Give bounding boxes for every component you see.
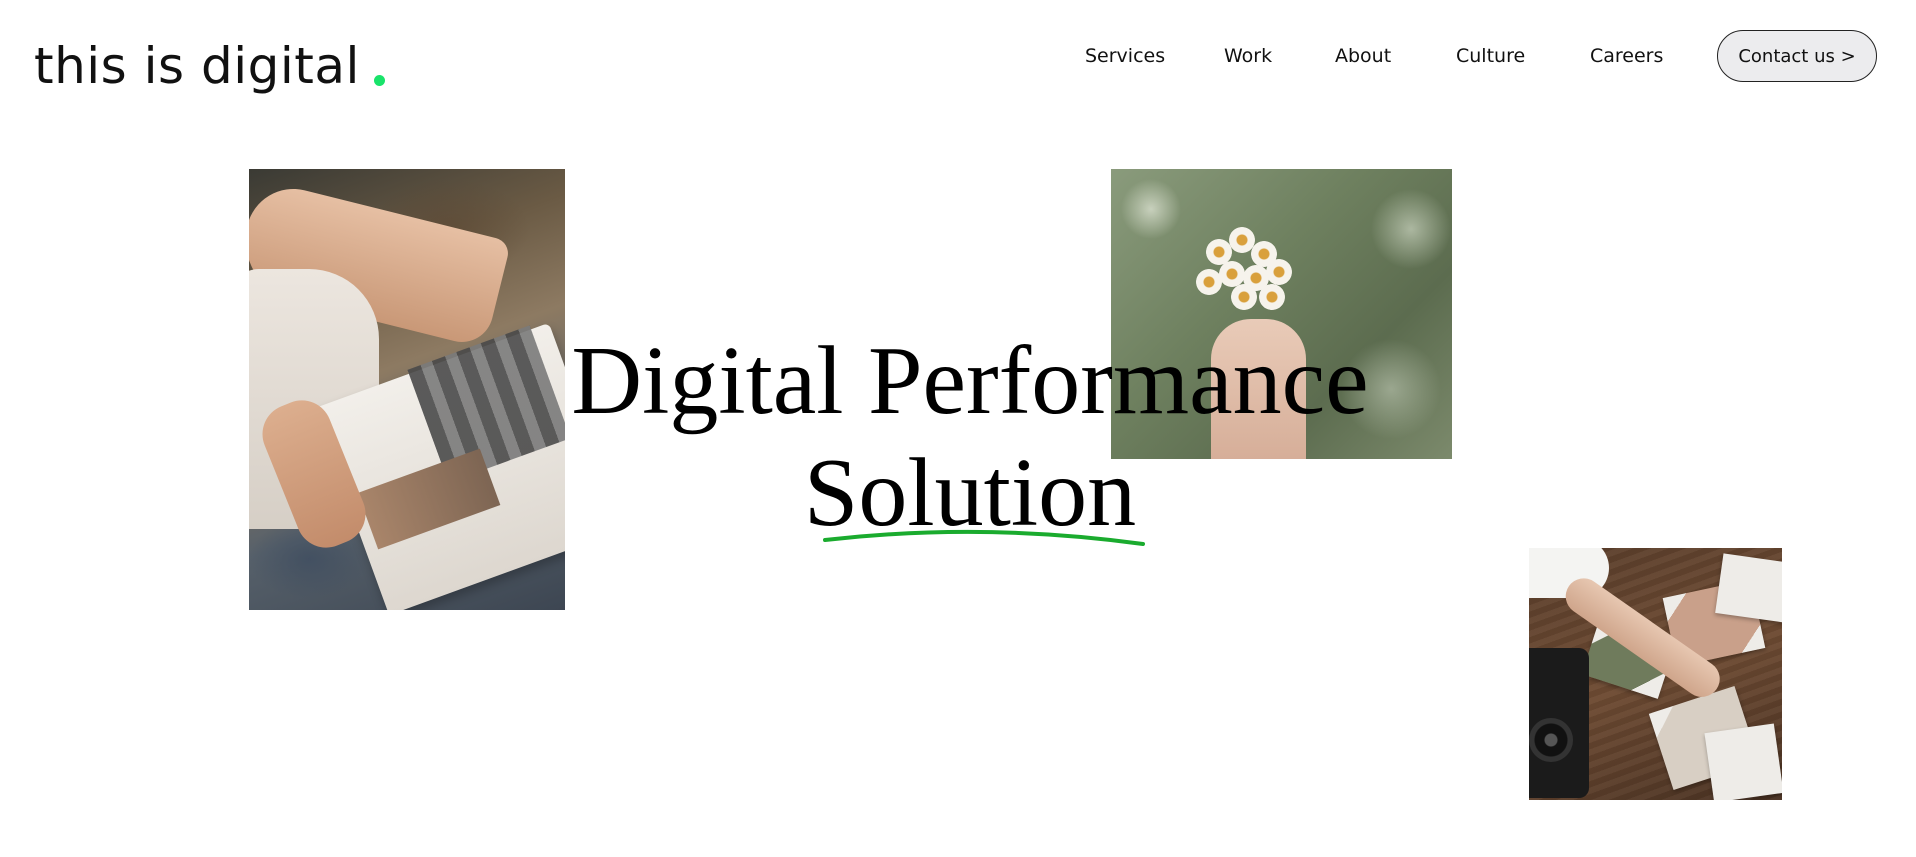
- headline-line-1: Digital Performance: [571, 327, 1369, 435]
- photo-camera-and-prints-on-table: [1529, 548, 1782, 800]
- nav-link-work[interactable]: Work: [1224, 36, 1272, 76]
- nav-link-about[interactable]: About: [1335, 36, 1391, 76]
- nav-link-services[interactable]: Services: [1085, 36, 1165, 76]
- headline-underline: [823, 529, 1145, 546]
- nav-link-culture[interactable]: Culture: [1456, 36, 1525, 76]
- logo-text: this is digital: [34, 37, 360, 95]
- nav-link-careers[interactable]: Careers: [1590, 36, 1663, 76]
- site-logo[interactable]: this is digital: [34, 36, 385, 96]
- contact-us-button[interactable]: Contact us >: [1717, 30, 1877, 82]
- logo-dot: [373, 75, 385, 86]
- hero-headline: Digital Performance Solution: [440, 325, 1500, 549]
